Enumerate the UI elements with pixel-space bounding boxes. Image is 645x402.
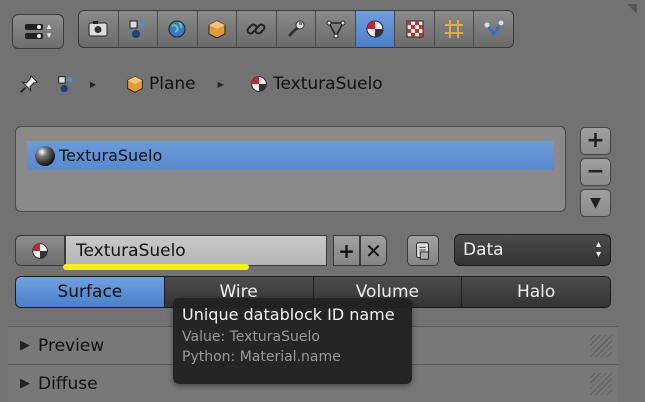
- context-tabs: [78, 10, 514, 48]
- area-corner-icon[interactable]: [627, 4, 637, 14]
- drag-grip-icon[interactable]: [590, 373, 612, 395]
- new-material-button[interactable]: +: [333, 235, 360, 266]
- browse-material-button[interactable]: [15, 235, 65, 266]
- layers-icon: [129, 20, 145, 38]
- editor-type-button[interactable]: ▴ ▾: [12, 14, 64, 49]
- link-type-value: Data: [463, 240, 504, 260]
- tab-particles[interactable]: [435, 11, 475, 47]
- physics-icon: [484, 20, 504, 37]
- breadcrumb-scene: ▸: [56, 70, 96, 98]
- object-icon: [208, 20, 226, 39]
- breadcrumb-material-label: TexturaSuelo: [273, 74, 383, 94]
- particles-icon: [445, 20, 464, 38]
- tab-halo[interactable]: Halo: [462, 277, 610, 307]
- tab-constraints[interactable]: [237, 11, 277, 47]
- tab-data[interactable]: [316, 11, 356, 47]
- pin-icon: [20, 74, 39, 93]
- chevron-updown-icon: ▴ ▾: [595, 239, 601, 260]
- properties-editor-icon: [24, 24, 43, 39]
- tab-texture[interactable]: [395, 11, 435, 47]
- node-browse-button[interactable]: [407, 235, 439, 266]
- mesh-data-icon: [326, 20, 346, 39]
- constraint-icon: [247, 23, 266, 35]
- breadcrumb-object-label: Plane: [149, 74, 196, 94]
- breadcrumb-separator-icon: ▸: [90, 77, 97, 91]
- tab-render-layers[interactable]: [119, 11, 159, 47]
- tab-physics[interactable]: [474, 11, 513, 47]
- texture-icon: [406, 20, 424, 38]
- expand-triangle-icon: ▶: [20, 376, 30, 391]
- tab-modifiers[interactable]: [277, 11, 317, 47]
- pin-button[interactable]: [18, 70, 40, 98]
- breadcrumb-material: TexturaSuelo: [248, 70, 383, 98]
- material-sphere-icon: [35, 145, 55, 166]
- tooltip-value: Value: TexturaSuelo: [182, 329, 320, 345]
- chevron-updown-icon: ▴ ▾: [46, 21, 52, 41]
- list-item[interactable]: TexturaSuelo: [27, 141, 554, 170]
- tab-world[interactable]: [158, 11, 198, 47]
- tab-surface[interactable]: Surface: [16, 277, 165, 307]
- world-icon: [168, 20, 186, 38]
- material-icon: [32, 242, 48, 259]
- scene-icon: [58, 76, 73, 93]
- remove-slot-button[interactable]: −: [580, 158, 611, 186]
- breadcrumb-separator-icon: ▸: [217, 77, 224, 91]
- expand-triangle-icon: ▶: [20, 338, 30, 353]
- tab-render[interactable]: [79, 11, 119, 47]
- link-type-select[interactable]: Data ▴ ▾: [454, 234, 611, 266]
- browse-icon: [416, 241, 429, 260]
- add-slot-button[interactable]: +: [580, 127, 611, 155]
- panel-label: Preview: [38, 335, 105, 356]
- slot-side-buttons: + − ▼: [580, 127, 611, 223]
- slot-specials-button[interactable]: ▼: [580, 189, 611, 217]
- tooltip-python: Python: Material.name: [182, 349, 341, 365]
- wrench-icon: [287, 20, 305, 38]
- drag-grip-icon[interactable]: [590, 335, 612, 357]
- material-icon: [251, 76, 267, 92]
- tooltip-title: Unique datablock ID name: [182, 305, 395, 324]
- tab-object[interactable]: [198, 11, 238, 47]
- unlink-material-button[interactable]: ✕: [360, 235, 387, 266]
- tab-material[interactable]: [355, 11, 396, 47]
- breadcrumb-object: Plane ▸: [124, 70, 224, 98]
- material-name-field[interactable]: TexturaSuelo: [65, 235, 327, 266]
- tooltip: Unique datablock ID name Value: TexturaS…: [173, 298, 412, 384]
- material-icon: [366, 20, 384, 38]
- camera-icon: [88, 21, 108, 37]
- slot-label: TexturaSuelo: [59, 146, 163, 165]
- material-slot-list: TexturaSuelo: [15, 126, 566, 212]
- highlight-underline: [63, 264, 249, 270]
- object-icon: [127, 76, 143, 93]
